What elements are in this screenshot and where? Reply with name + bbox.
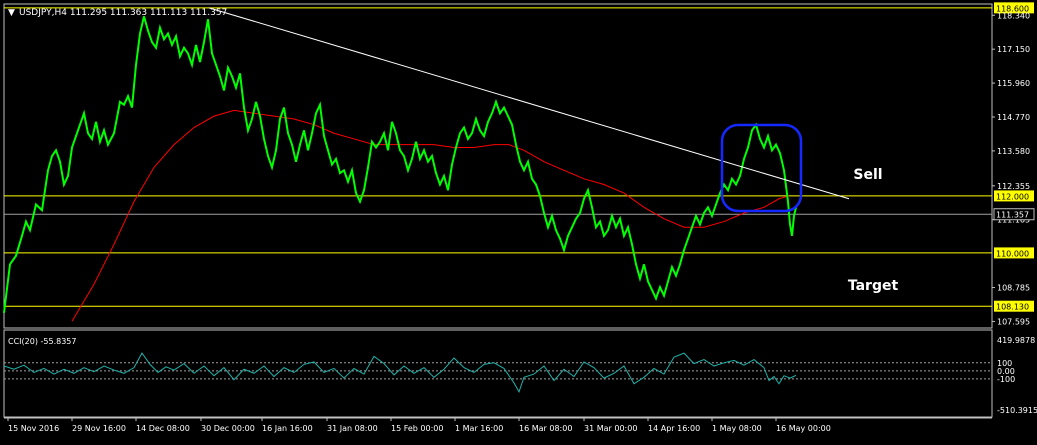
chart-svg[interactable]: ▼ USDJPY,H4 111.295 111.363 111.113 111.… [0, 0, 1037, 441]
y-tick-label-3: 114.770 [997, 113, 1030, 122]
x-tick-label-10: 14 Apr 16:00 [648, 424, 700, 433]
y-tick-label-5: 112.355 [997, 182, 1030, 191]
x-tick-label-0: 15 Nov 2016 [8, 424, 59, 433]
cci-tick-label-0: 419.9878 [997, 336, 1035, 345]
chart-window[interactable]: ▼ USDJPY,H4 111.295 111.363 111.113 111.… [0, 0, 1037, 441]
x-tick-label-8: 16 Mar 08:00 [519, 424, 572, 433]
x-tick-label-11: 1 May 08:00 [712, 424, 762, 433]
x-tick-label-12: 16 May 00:00 [776, 424, 831, 433]
y-tick-label-1: 117.150 [997, 45, 1030, 54]
x-tick-label-5: 31 Jan 08:00 [327, 424, 378, 433]
y-tick-label-7: 108.785 [997, 284, 1030, 293]
annotation-sell: Sell [853, 167, 882, 183]
current-price-label: 111.357 [996, 211, 1029, 220]
level-label-1: 112.000 [996, 192, 1029, 201]
cci-tick-label-4: -510.3915 [997, 406, 1037, 415]
y-tick-label-2: 115.960 [997, 79, 1030, 88]
y-tick-label-8: 107.595 [997, 317, 1030, 326]
x-tick-label-7: 1 Mar 16:00 [455, 424, 503, 433]
level-label-2: 110.000 [996, 249, 1029, 258]
x-tick-label-3: 30 Dec 00:00 [201, 424, 255, 433]
y-tick-label-4: 113.580 [997, 147, 1030, 156]
chart-background [0, 0, 1037, 441]
x-tick-label-1: 29 Nov 16:00 [72, 424, 126, 433]
cci-tick-label-3: -100 [997, 375, 1015, 384]
x-tick-label-6: 15 Feb 00:00 [391, 424, 443, 433]
cci-title: CCI(20) -55.8357 [8, 337, 76, 346]
x-tick-label-4: 16 Jan 16:00 [262, 424, 313, 433]
symbol-header: USDJPY,H4 111.295 111.363 111.113 111.35… [19, 8, 227, 18]
collapse-arrow-icon[interactable]: ▼ [8, 8, 15, 18]
level-label-3: 108.130 [996, 303, 1029, 312]
annotation-target: Target [848, 278, 899, 294]
y-tick-label-0: 118.340 [997, 11, 1030, 20]
x-tick-label-2: 14 Dec 08:00 [136, 424, 190, 433]
x-tick-label-9: 31 Mar 00:00 [584, 424, 637, 433]
